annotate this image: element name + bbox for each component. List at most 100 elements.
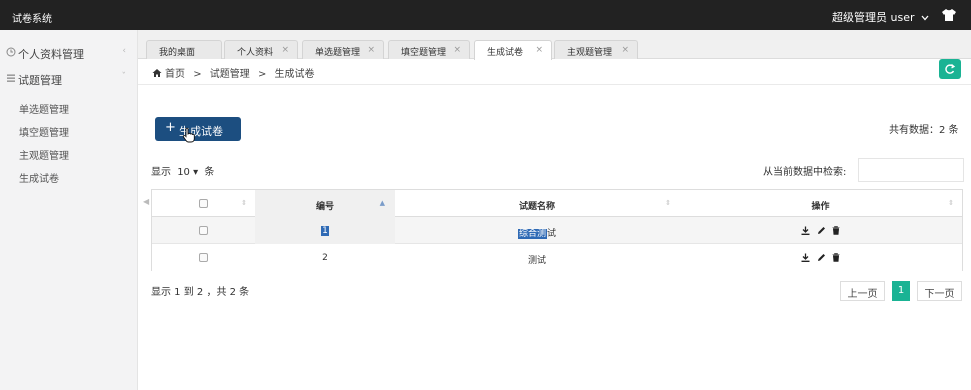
tab-label: 主观题管理: [567, 48, 613, 58]
sidebar-group-profile[interactable]: 个人资料管理 ‹: [0, 40, 138, 66]
cell-name-selected: 综合测: [517, 229, 547, 239]
breadcrumb-level2: 生成试卷: [274, 69, 315, 80]
clock-icon: [6, 47, 16, 57]
checkbox[interactable]: [199, 199, 208, 208]
close-icon[interactable]: ×: [367, 45, 375, 55]
search-label: 从当前数据中检索:: [763, 167, 847, 178]
home-icon: [152, 68, 162, 78]
data-table: ⇕ 编号 ▲ 试题名称 ⇕ 操作 ⇕ 1 综合测试 2 测试: [151, 189, 963, 271]
cell-name-rest: 试: [547, 229, 557, 239]
sidebar-item-subjective[interactable]: 主观题管理: [19, 147, 69, 162]
sidebar-item-fill-blank[interactable]: 填空题管理: [19, 124, 69, 139]
tab-single-choice[interactable]: 单选题管理 ×: [302, 40, 384, 59]
header-ops-label: 操作: [811, 202, 830, 212]
tab-bar: 我的桌面 个人资料 × 单选题管理 × 填空题管理 × 生成试卷 × 主观题管理…: [138, 30, 971, 60]
next-page-button[interactable]: 下一页: [917, 281, 962, 301]
sort-icon[interactable]: ⇕: [948, 199, 954, 207]
sort-asc-icon[interactable]: ▲: [380, 199, 385, 207]
sidebar-item-single-choice[interactable]: 单选题管理: [19, 101, 69, 116]
edit-icon[interactable]: [817, 253, 826, 265]
sidebar-group-label: 个人资料管理: [18, 48, 84, 61]
table-info: 显示 1 到 2 ，共 2 条: [151, 287, 250, 298]
edit-icon[interactable]: [817, 226, 826, 238]
search-input[interactable]: [858, 158, 964, 182]
tab-label: 我的桌面: [159, 48, 196, 58]
plus-icon: +: [165, 120, 176, 135]
header-id-label: 编号: [315, 202, 334, 212]
checkbox[interactable]: [199, 226, 208, 235]
length-prefix: 显示: [151, 167, 171, 178]
page-1-button[interactable]: 1: [892, 281, 910, 301]
breadcrumb-row: 首页 > 试题管理 > 生成试卷: [138, 59, 971, 85]
page-length-control: 显示 10 ▾ 条: [151, 163, 214, 178]
header-ops: 操作 ⇕: [679, 190, 962, 217]
delete-icon[interactable]: [832, 253, 840, 265]
caret-down-icon: ▾: [193, 167, 199, 178]
download-icon[interactable]: [801, 226, 810, 238]
row-select[interactable]: [152, 244, 255, 271]
checkbox[interactable]: [199, 253, 208, 262]
breadcrumb-home[interactable]: 首页: [165, 69, 185, 80]
header-name[interactable]: 试题名称 ⇕: [395, 190, 679, 217]
length-suffix: 条: [204, 167, 215, 178]
tab-label: 个人资料: [237, 48, 274, 58]
list-icon: [6, 73, 16, 83]
close-icon[interactable]: ×: [453, 45, 461, 55]
header-name-label: 试题名称: [518, 202, 555, 212]
chevron-down-icon: ˇ: [121, 72, 127, 82]
cell-id-value: 2: [322, 253, 328, 263]
breadcrumb-sep: >: [193, 69, 202, 80]
top-navbar: 试卷系统 超级管理员 user: [0, 0, 971, 30]
user-role: 超级管理员: [832, 11, 887, 24]
refresh-button[interactable]: [939, 59, 961, 79]
sidebar-group-questions[interactable]: 试题管理 ˇ: [0, 66, 138, 92]
app-title: 试卷系统: [12, 14, 52, 25]
sidebar: 个人资料管理 ‹ 试题管理 ˇ 单选题管理 填空题管理 主观题管理 生成试卷: [0, 30, 138, 390]
hand-cursor-icon: [182, 127, 196, 143]
tab-label: 生成试卷: [487, 48, 524, 58]
page-size-select[interactable]: 10 ▾: [177, 167, 198, 178]
tab-desktop[interactable]: 我的桌面: [146, 40, 222, 59]
close-icon[interactable]: ×: [535, 45, 543, 55]
table-header-row: ⇕ 编号 ▲ 试题名称 ⇕ 操作 ⇕: [152, 190, 962, 217]
page-size-value: 10: [177, 167, 190, 178]
tab-generate-paper[interactable]: 生成试卷 ×: [474, 40, 552, 60]
user-name: user: [890, 11, 915, 24]
sort-icon[interactable]: ⇕: [241, 199, 247, 207]
table-row: 2 测试: [152, 244, 962, 271]
sidebar-item-generate-paper[interactable]: 生成试卷: [19, 170, 59, 185]
total-count: 共有数据：2 条: [889, 125, 959, 136]
chevron-left-icon: ‹: [122, 46, 126, 56]
cell-ops: [679, 217, 962, 244]
tab-fill-blank[interactable]: 填空题管理 ×: [388, 40, 470, 59]
generate-paper-button[interactable]: + 生成试卷: [155, 117, 241, 141]
tab-subjective[interactable]: 主观题管理 ×: [554, 40, 638, 59]
cell-id-value: 1: [321, 226, 329, 236]
tab-profile[interactable]: 个人资料 ×: [224, 40, 298, 59]
header-select-all[interactable]: ⇕: [152, 190, 255, 217]
sort-icon[interactable]: ⇕: [665, 199, 671, 207]
cell-id: 1: [255, 217, 395, 244]
breadcrumb: 首页 > 试题管理 > 生成试卷: [152, 65, 315, 80]
shirt-icon[interactable]: [941, 8, 957, 22]
tab-label: 单选题管理: [315, 48, 361, 58]
cell-name: 测试: [395, 244, 679, 271]
breadcrumb-sep: >: [257, 69, 267, 80]
table-row: 1 综合测试: [152, 217, 962, 244]
row-select[interactable]: [152, 217, 255, 244]
tab-label: 填空题管理: [401, 48, 447, 58]
prev-page-button[interactable]: 上一页: [840, 281, 885, 301]
chevron-down-icon: [921, 14, 929, 24]
close-icon[interactable]: ×: [621, 45, 629, 55]
cell-id: 2: [255, 244, 395, 271]
breadcrumb-level1[interactable]: 试题管理: [210, 69, 250, 80]
scroll-left-icon[interactable]: ◀: [143, 197, 149, 206]
close-icon[interactable]: ×: [281, 45, 289, 55]
refresh-icon: [945, 63, 956, 74]
sidebar-group-label: 试题管理: [18, 74, 62, 87]
header-id[interactable]: 编号 ▲: [255, 190, 395, 217]
cell-ops: [679, 244, 962, 271]
delete-icon[interactable]: [832, 226, 840, 238]
user-menu[interactable]: 超级管理员 user: [832, 9, 929, 25]
download-icon[interactable]: [801, 253, 810, 265]
